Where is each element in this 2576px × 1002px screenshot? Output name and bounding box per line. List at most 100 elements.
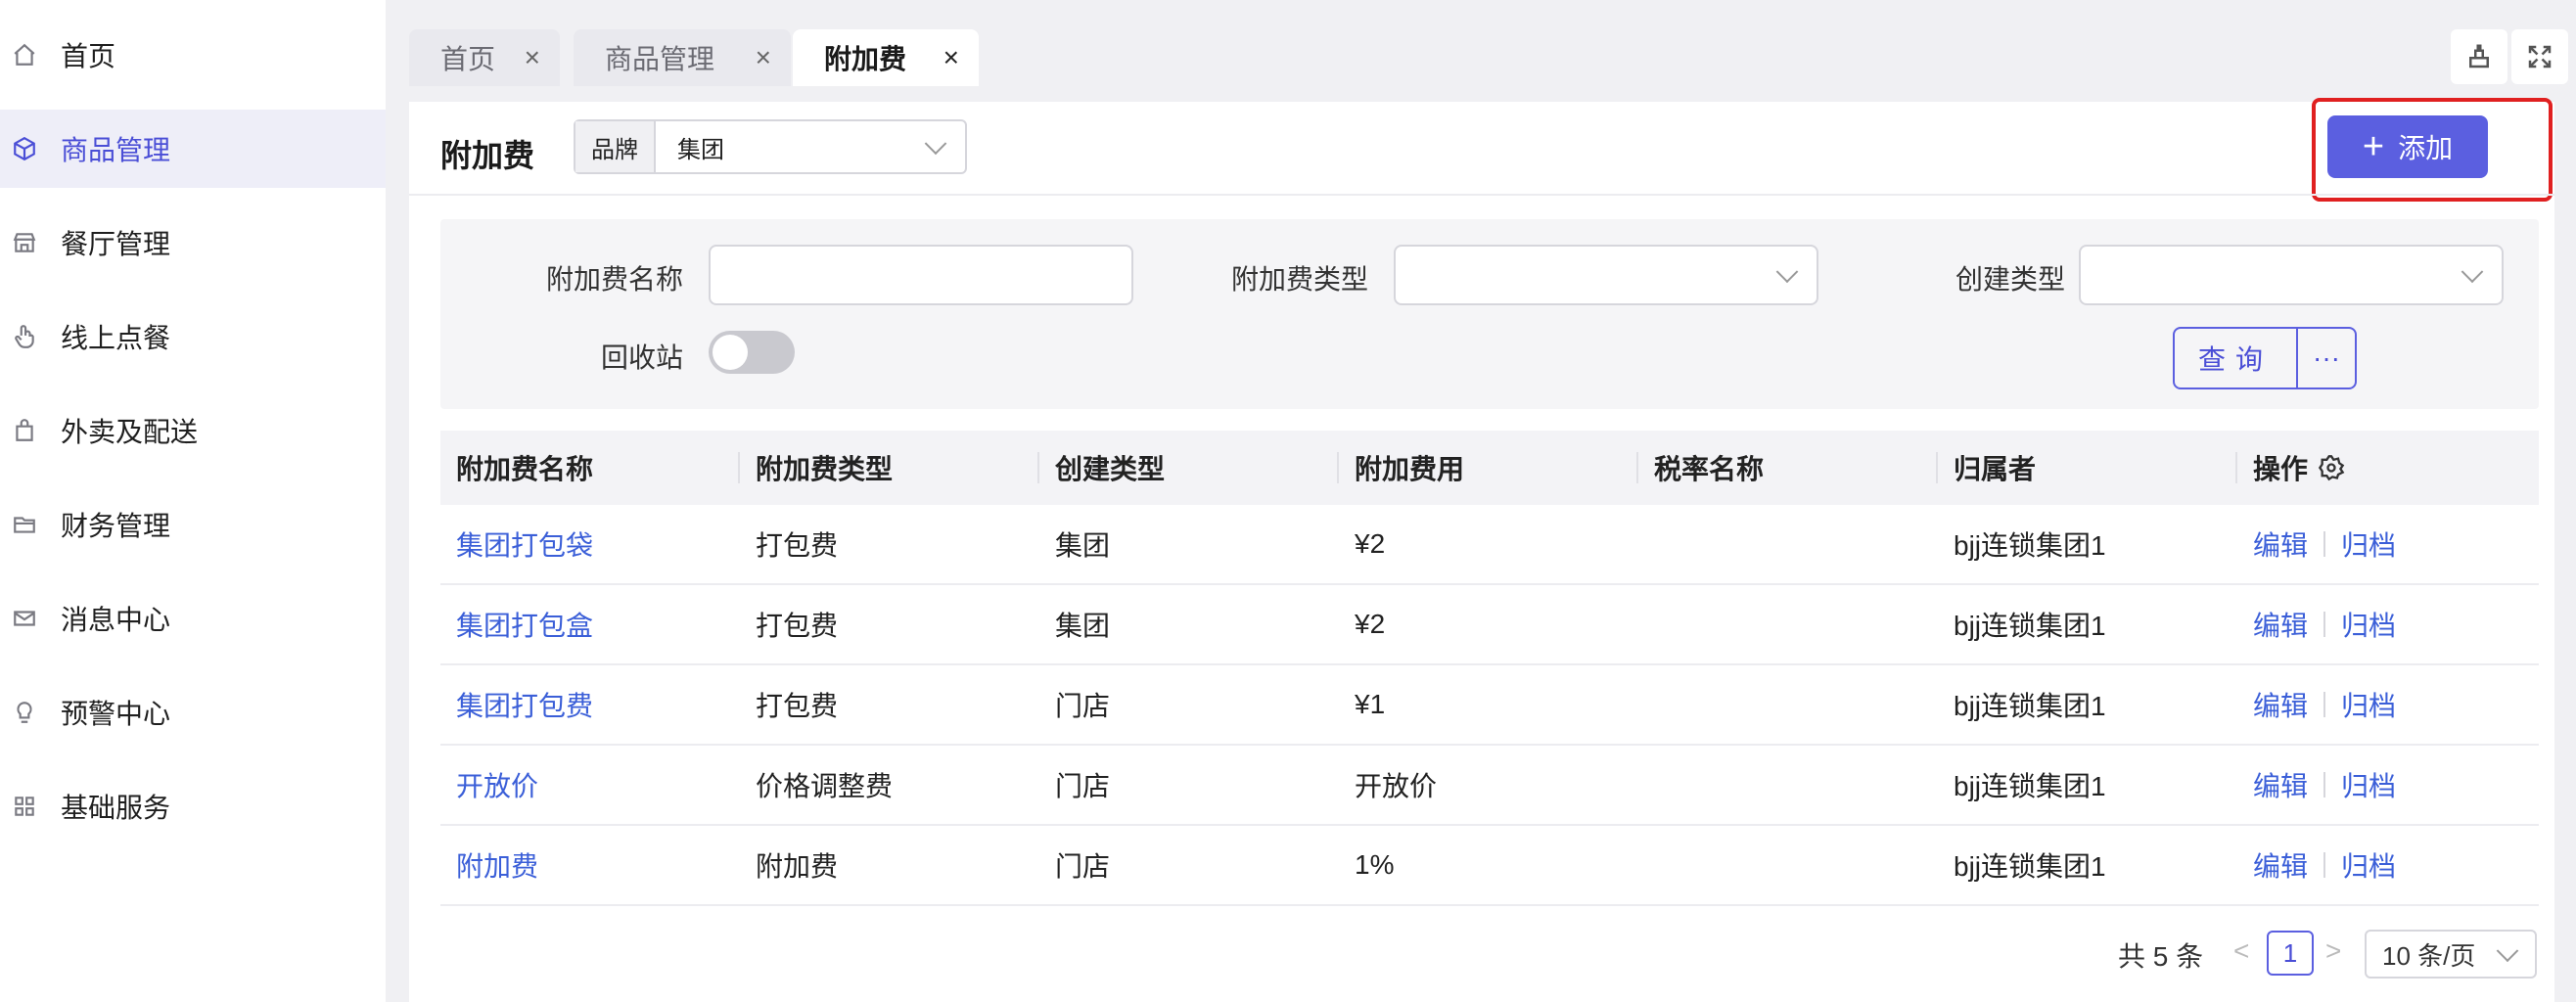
clean-button[interactable]	[2451, 29, 2507, 84]
column-divider	[1636, 452, 1638, 483]
edit-link[interactable]: 编辑	[2253, 845, 2308, 885]
edit-link[interactable]: 编辑	[2253, 524, 2308, 564]
action-divider	[2323, 852, 2326, 878]
sidebar-item-label: 基础服务	[61, 793, 171, 823]
create-type-cell: 集团	[1055, 611, 1111, 641]
close-icon[interactable]: ×	[943, 42, 959, 73]
column-divider	[1337, 452, 1339, 483]
sidebar-item-label: 商品管理	[61, 135, 171, 165]
surcharge-name-link[interactable]: 开放价	[456, 746, 538, 824]
surcharge-name-link[interactable]: 集团打包盒	[456, 585, 593, 663]
sidebar-item-messages[interactable]: 消息中心	[0, 579, 386, 658]
surcharge-fee-cell: ¥1	[1355, 689, 1386, 719]
query-button-group: 查询 ···	[2173, 327, 2357, 389]
brand-value-text: 集团	[677, 136, 724, 163]
edit-link[interactable]: 编辑	[2253, 605, 2308, 644]
tab-surcharge[interactable]: 附加费 ×	[793, 29, 979, 86]
table-header: 附加费名称 附加费类型 创建类型 附加费用 税率名称 归属者 操作	[440, 431, 2539, 505]
archive-link[interactable]: 归档	[2341, 524, 2396, 564]
chevron-down-icon	[2461, 260, 2484, 284]
sidebar-item-label: 餐厅管理	[61, 229, 171, 259]
column-header: 附加费用	[1355, 454, 1465, 484]
surcharge-name-link[interactable]: 集团打包袋	[456, 505, 593, 583]
tabs-bar: 首页 × 商品管理 × 附加费 ×	[386, 0, 2576, 98]
surcharge-type-cell: 打包费	[756, 611, 839, 641]
action-divider	[2323, 612, 2326, 637]
toggle-knob	[713, 335, 748, 370]
archive-link[interactable]: 归档	[2341, 685, 2396, 724]
pagination-total: 共 5 条	[2118, 941, 2204, 972]
action-divider	[2323, 772, 2326, 797]
archive-link[interactable]: 归档	[2341, 845, 2396, 885]
column-header: 附加费类型	[756, 454, 894, 484]
sidebar: 首页 商品管理 餐厅管理 线上点餐 外卖及配送 财务管理 消息中心 预警中心 基…	[0, 0, 386, 1002]
edit-link[interactable]: 编辑	[2253, 685, 2308, 724]
row-actions: 编辑 归档	[2253, 746, 2396, 824]
tab-home[interactable]: 首页 ×	[409, 29, 560, 86]
tab-product-management[interactable]: 商品管理 ×	[574, 29, 791, 86]
add-button-label: 添加	[2398, 133, 2454, 163]
column-divider	[1037, 452, 1039, 483]
surcharge-type-cell: 附加费	[756, 851, 839, 882]
sidebar-item-finance[interactable]: 财务管理	[0, 485, 386, 564]
column-header: 归属者	[1954, 454, 2037, 484]
row-actions: 编辑 归档	[2253, 585, 2396, 663]
surcharge-type-select[interactable]	[1394, 245, 1818, 305]
close-icon[interactable]: ×	[756, 42, 771, 73]
sidebar-item-basic-services[interactable]: 基础服务	[0, 767, 386, 845]
home-icon	[10, 40, 39, 69]
surcharge-table: 附加费名称 附加费类型 创建类型 附加费用 税率名称 归属者 操作 集团打包袋打…	[440, 431, 2539, 906]
table-row: 集团打包盒 打包费 集团 ¥2 bjj连锁集团1 编辑 归档	[440, 585, 2539, 665]
actions-column-header: 操作	[2253, 431, 2345, 505]
sidebar-item-product-management[interactable]: 商品管理	[0, 110, 386, 188]
column-header: 创建类型	[1055, 454, 1166, 484]
column-divider	[2235, 452, 2237, 483]
surcharge-name-link[interactable]: 集团打包费	[456, 665, 593, 744]
chevron-down-icon	[1775, 260, 1799, 284]
owner-cell: bjj连锁集团1	[1954, 530, 2106, 561]
edit-link[interactable]: 编辑	[2253, 765, 2308, 804]
archive-link[interactable]: 归档	[2341, 765, 2396, 804]
sidebar-item-online-ordering[interactable]: 线上点餐	[0, 297, 386, 376]
query-button[interactable]: 查询	[2175, 329, 2298, 387]
surcharge-name-link[interactable]: 附加费	[456, 826, 538, 904]
surcharge-name-input[interactable]	[709, 245, 1133, 305]
recycle-bin-label: 回收站	[600, 342, 683, 373]
mail-icon	[10, 604, 39, 633]
sidebar-item-label: 消息中心	[61, 605, 171, 635]
sidebar-item-home[interactable]: 首页	[0, 16, 386, 94]
fullscreen-button[interactable]	[2511, 29, 2568, 84]
table-row: 开放价 价格调整费 门店 开放价 bjj连锁集团1 编辑 归档	[440, 746, 2539, 826]
create-type-select[interactable]	[2079, 245, 2504, 305]
brand-select-value[interactable]: 集团	[656, 121, 965, 172]
page-number-button[interactable]: 1	[2267, 931, 2314, 976]
add-button[interactable]: + 添加	[2327, 115, 2488, 178]
sidebar-item-label: 外卖及配送	[61, 417, 199, 447]
row-actions: 编辑 归档	[2253, 826, 2396, 904]
create-type-cell: 门店	[1055, 691, 1111, 721]
surcharge-fee-cell: 开放价	[1355, 771, 1438, 801]
more-options-button[interactable]: ···	[2298, 329, 2355, 387]
prev-page-button[interactable]: <	[2233, 935, 2249, 967]
surcharge-type-cell: 打包费	[756, 530, 839, 561]
sidebar-item-delivery[interactable]: 外卖及配送	[0, 391, 386, 470]
page-size-select[interactable]: 10 条/页	[2365, 930, 2537, 979]
action-divider	[2323, 531, 2326, 557]
column-header: 税率名称	[1654, 454, 1765, 484]
recycle-bin-toggle[interactable]	[709, 331, 795, 374]
column-divider	[1936, 452, 1938, 483]
column-header: 附加费名称	[456, 454, 594, 484]
row-actions: 编辑 归档	[2253, 665, 2396, 744]
create-type-cell: 门店	[1055, 851, 1111, 882]
brand-select[interactable]: 品牌 集团	[574, 119, 967, 174]
gear-icon[interactable]	[2318, 454, 2345, 481]
sidebar-item-label: 预警中心	[61, 699, 171, 729]
sidebar-item-alerts[interactable]: 预警中心	[0, 673, 386, 752]
surcharge-fee-cell: 1%	[1355, 849, 1395, 880]
archive-link[interactable]: 归档	[2341, 605, 2396, 644]
close-icon[interactable]: ×	[525, 42, 540, 73]
sidebar-item-restaurant-management[interactable]: 餐厅管理	[0, 204, 386, 282]
header-divider	[409, 194, 2554, 196]
next-page-button[interactable]: >	[2325, 935, 2341, 967]
tab-label: 商品管理	[605, 44, 715, 74]
